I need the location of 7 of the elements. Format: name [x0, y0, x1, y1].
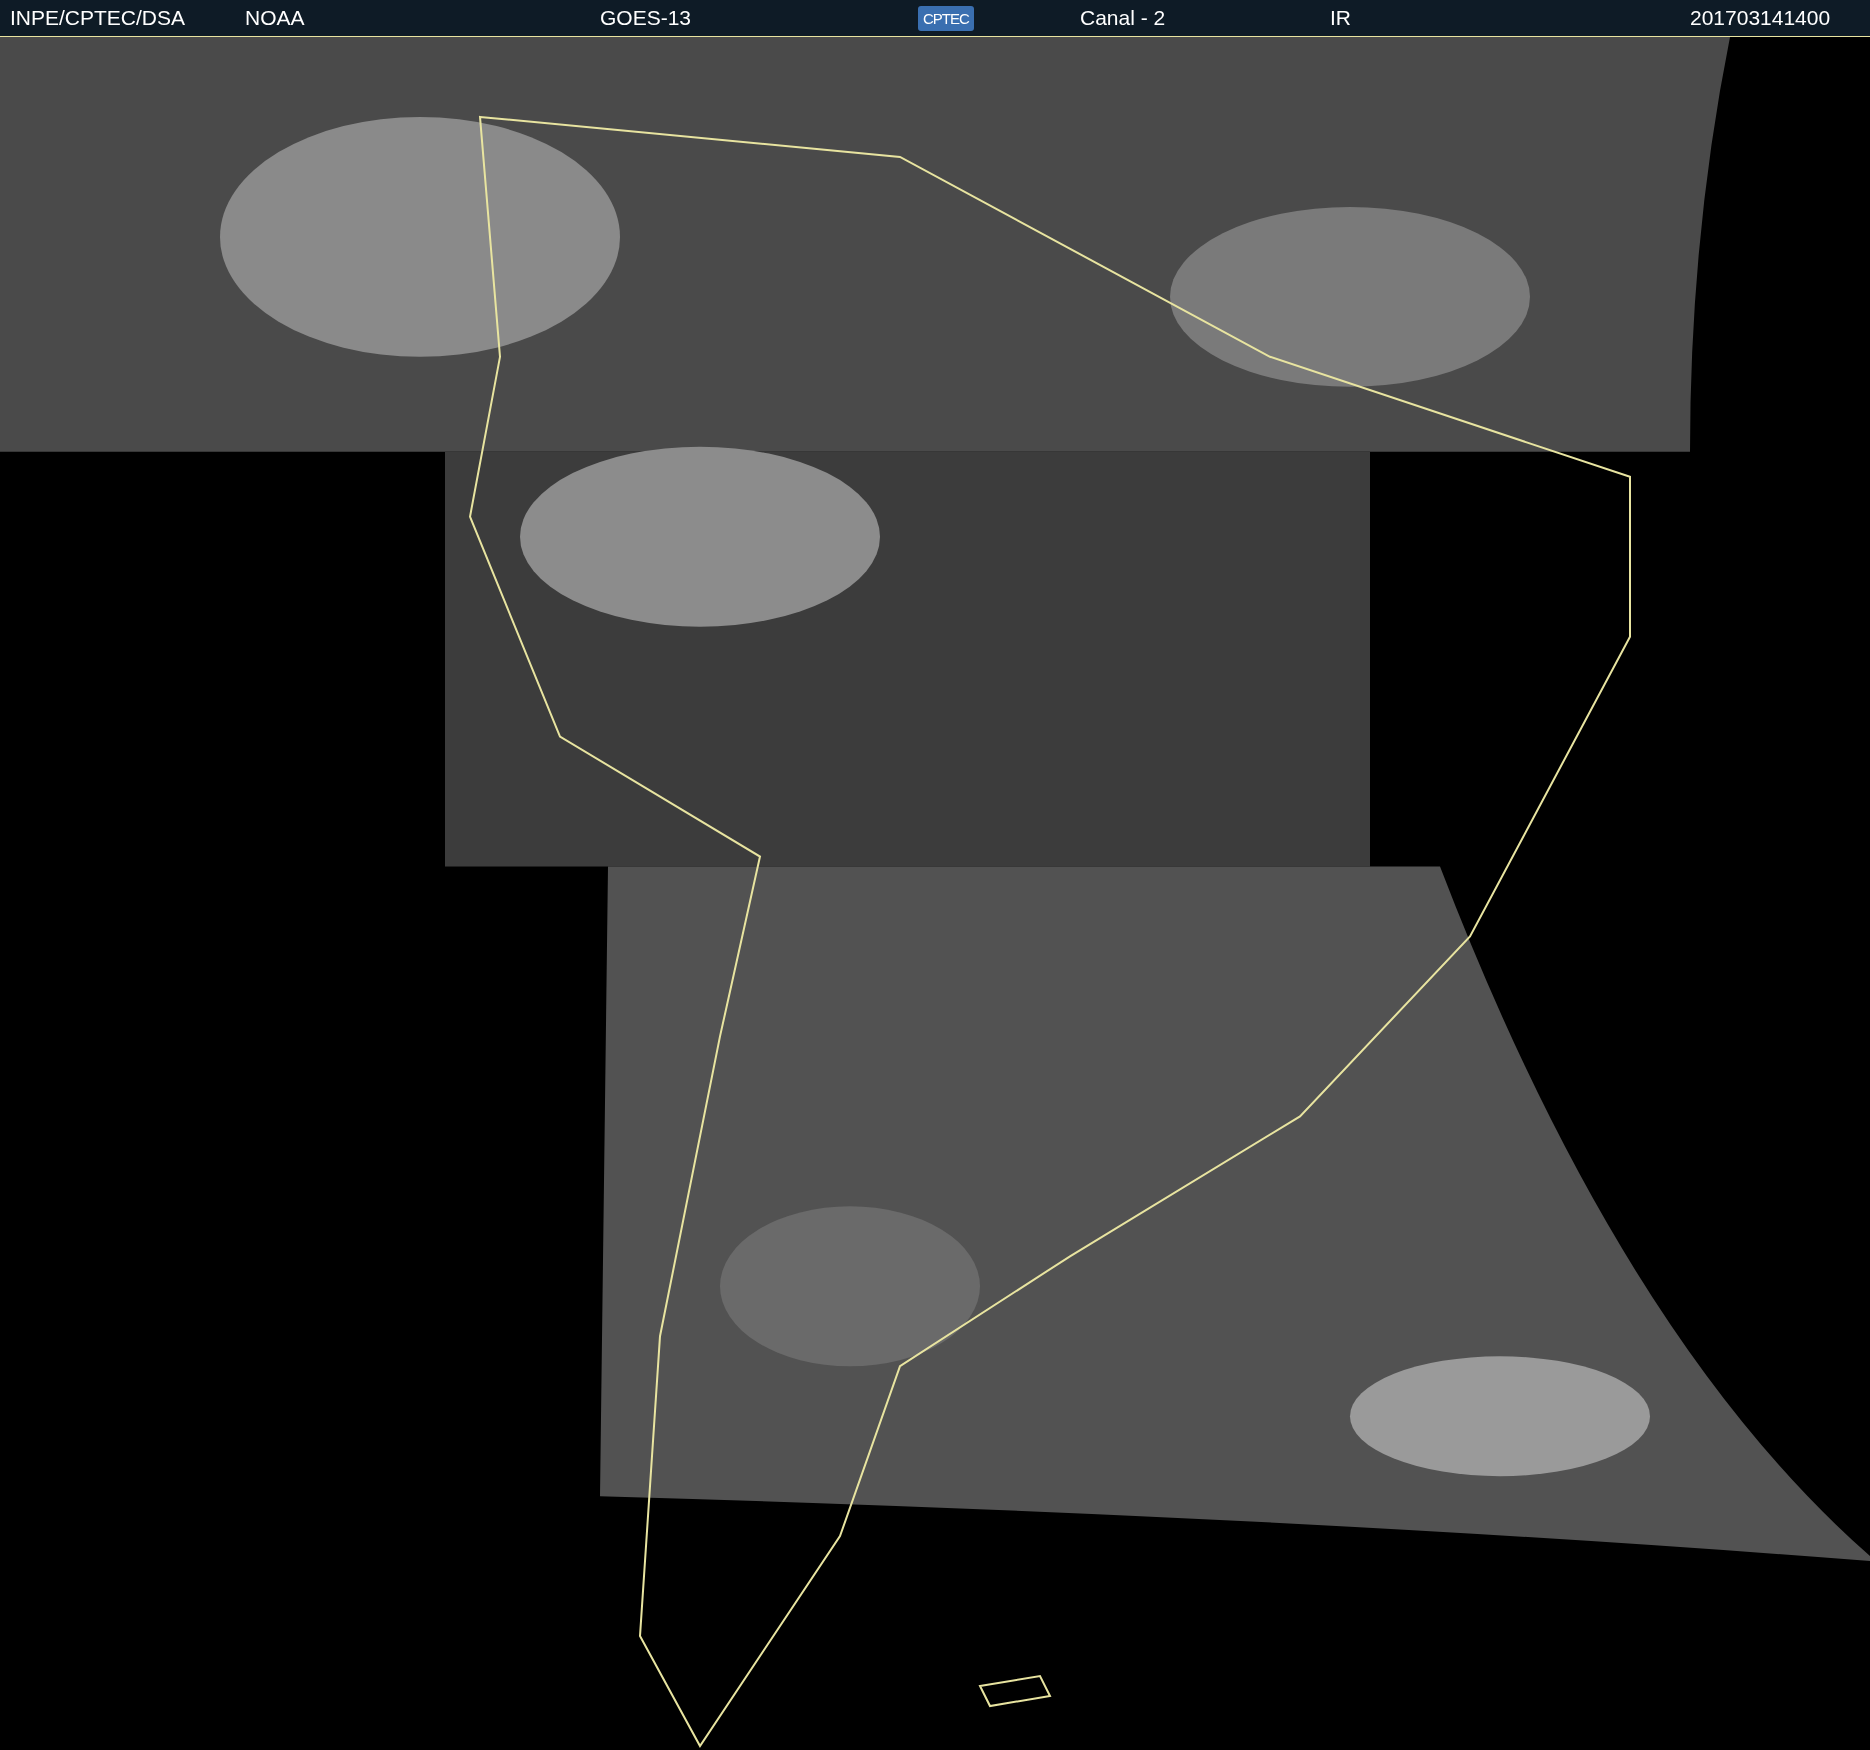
- timestamp-label: 201703141400: [1690, 6, 1831, 30]
- channel-label: Canal - 2: [1080, 6, 1166, 30]
- logo-badge: CPTEC: [918, 5, 974, 31]
- band-label: IR: [1330, 6, 1351, 30]
- satellite-label: GOES-13: [600, 6, 692, 30]
- agency-label: NOAA: [245, 6, 305, 30]
- source-label: INPE/CPTEC/DSA: [10, 6, 186, 30]
